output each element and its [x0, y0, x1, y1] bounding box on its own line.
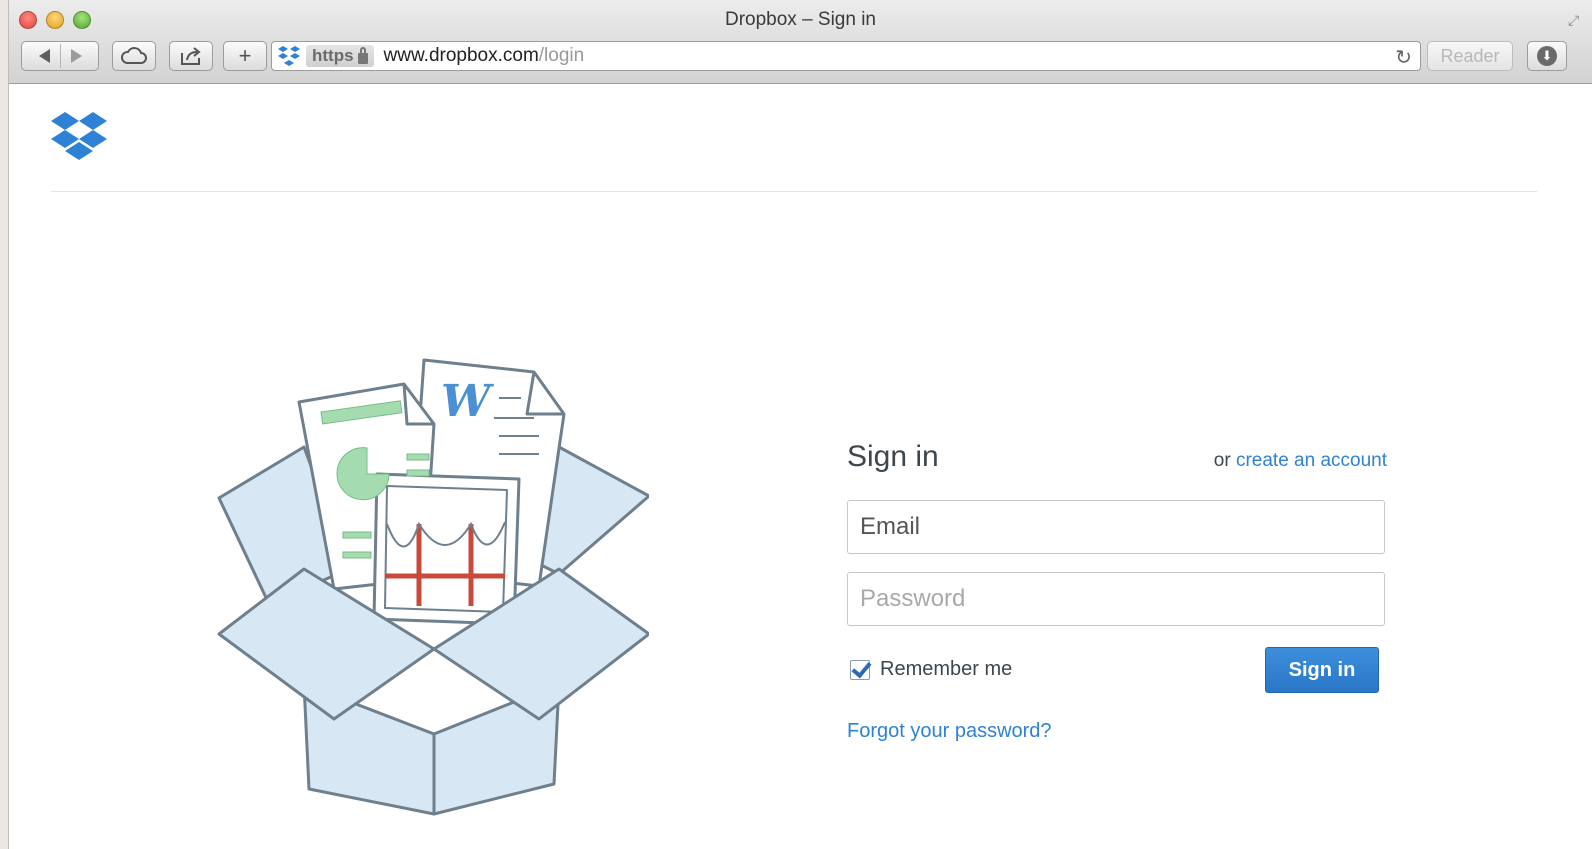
window-title: Dropbox – Sign in: [724, 9, 877, 30]
email-field[interactable]: [847, 500, 1385, 554]
add-bookmark-button[interactable]: +: [223, 41, 267, 71]
page-content: W Sign in or create an account Email Rem…: [9, 84, 1592, 849]
header-divider: [51, 191, 1537, 192]
downloads-button[interactable]: ⬇: [1527, 41, 1567, 71]
lock-icon: [357, 46, 368, 64]
download-icon: ⬇: [1537, 46, 1557, 66]
forgot-password-link[interactable]: Forgot your password?: [847, 720, 1052, 743]
share-button[interactable]: [169, 41, 213, 71]
reload-icon[interactable]: ↻: [1395, 45, 1412, 70]
remember-me[interactable]: Remember me: [850, 658, 1012, 681]
svg-text:W: W: [441, 376, 495, 427]
https-badge: https: [306, 45, 374, 67]
remember-me-checkbox[interactable]: [850, 659, 870, 680]
password-field[interactable]: [847, 572, 1385, 626]
open-box-illustration: W: [217, 358, 649, 816]
signin-button[interactable]: Sign in: [1265, 647, 1379, 693]
back-icon[interactable]: [38, 49, 50, 63]
or-text: or: [1213, 450, 1236, 471]
create-account-prompt: or create an account: [1214, 450, 1387, 472]
signin-title: Sign in: [847, 440, 939, 473]
url-scheme: https: [312, 46, 354, 65]
plus-icon: +: [238, 43, 252, 68]
create-account-link[interactable]: create an account: [1236, 450, 1387, 471]
browser-window: Dropbox – Sign in ⤢ + https www.dropbox.…: [8, 0, 1592, 849]
fullscreen-icon[interactable]: ⤢: [1568, 12, 1584, 28]
url-domain: www.dropbox.com: [383, 45, 539, 66]
share-icon: [181, 47, 201, 65]
forward-icon[interactable]: [70, 49, 82, 63]
icloud-tabs-button[interactable]: [112, 41, 156, 71]
remember-me-label[interactable]: Remember me: [880, 658, 1012, 681]
reader-button[interactable]: Reader: [1427, 41, 1513, 71]
url-path: /login: [538, 45, 585, 66]
cloud-icon: [121, 47, 147, 64]
dropbox-favicon-icon: [278, 46, 300, 66]
nav-separator: [59, 44, 61, 68]
dropbox-logo-icon[interactable]: [51, 112, 107, 164]
back-forward-buttons: [21, 41, 99, 71]
address-bar[interactable]: https www.dropbox.com /login ↻: [271, 41, 1421, 71]
browser-chrome: Dropbox – Sign in ⤢ + https www.dropbox.…: [9, 0, 1592, 84]
